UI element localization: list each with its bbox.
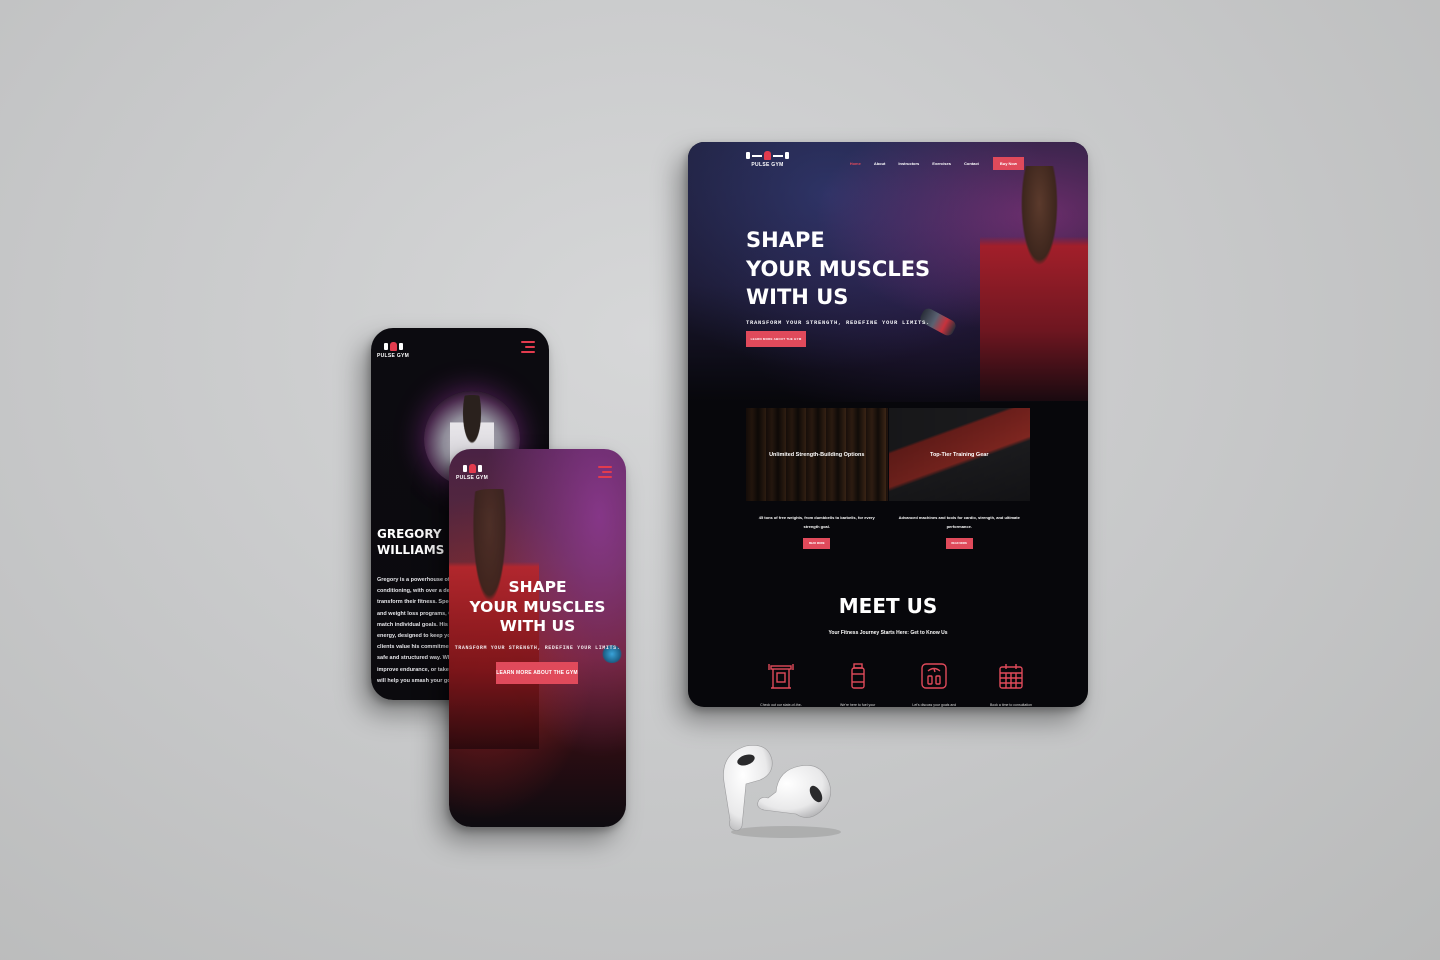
hero-title-line: SHAPE — [508, 578, 567, 596]
nav-item-exercises[interactable]: Exercises — [932, 161, 951, 166]
main-nav: Home About Instructors Exercises Contact… — [837, 157, 1024, 170]
dumbbell-logo-icon — [462, 464, 482, 473]
card-training-gear: Top-Tier Training Gear Advanced machines… — [888, 408, 1031, 549]
nav-item-home[interactable]: Home — [850, 161, 861, 166]
dumbbell-logo-icon — [383, 342, 403, 351]
feature-caption: Check out our state-of-the- — [760, 703, 802, 707]
calendar-icon — [999, 664, 1023, 689]
brand-name: PULSE GYM — [751, 162, 784, 168]
brand-logo[interactable]: PULSE GYM — [456, 464, 488, 481]
read-more-button[interactable]: READ MORE — [945, 538, 973, 549]
meet-us-subtitle: Your Fitness Journey Starts Here: Get to… — [828, 630, 948, 636]
hero-subtitle: TRANSFORM YOUR STRENGTH, REDEFINE YOUR L… — [746, 319, 931, 326]
learn-more-button[interactable]: LEARN MORE ABOUT THE GYM — [496, 662, 578, 684]
card-desc-line: strength goal. — [803, 524, 830, 529]
card-label: Top-Tier Training Gear — [930, 451, 989, 458]
left-earbud — [723, 745, 773, 831]
brand-name: PULSE GYM — [456, 475, 489, 481]
meet-us-title: MEET US — [838, 594, 938, 618]
hero-title-line: YOUR MUSCLES — [746, 256, 931, 281]
card-description: Advanced machines and tools for cardio, … — [889, 513, 1031, 531]
hamburger-menu-icon[interactable] — [521, 341, 535, 353]
phone-hero-mockup: PULSE GYM SHAPE YOUR MUSCLES WITH US TRA… — [449, 449, 626, 827]
feature-cards: Unlimited Strength-Building Options 45 t… — [746, 408, 1030, 549]
card-desc-line: Advanced machines and tools for cardio, … — [898, 515, 1020, 520]
dumbbell-logo-icon — [746, 151, 789, 160]
hero-title: SHAPE YOUR MUSCLES WITH US — [449, 578, 626, 637]
hero-title: SHAPE YOUR MUSCLES WITH US — [746, 226, 930, 312]
card-desc-line: performance. — [946, 524, 972, 529]
hero-title-line: WITH US — [499, 617, 576, 635]
card-description: 45 tons of free weights, from dumbbells … — [746, 513, 888, 531]
hamburger-menu-icon[interactable] — [598, 466, 612, 478]
card-label: Unlimited Strength-Building Options — [769, 451, 865, 458]
hero-title-line: SHAPE — [746, 228, 825, 252]
feature-supplement[interactable]: We're here to fuel your — [823, 662, 893, 707]
brand-name: PULSE GYM — [377, 353, 410, 359]
feature-caption: Book a time to consultation — [989, 703, 1032, 707]
feature-body-scale[interactable]: Let's discuss your goals and — [899, 662, 969, 707]
hero-title-line: WITH US — [746, 285, 849, 309]
tablet-mockup: PULSE GYM Home About Instructors Exercis… — [688, 142, 1088, 707]
nav-item-instructors[interactable]: Instructors — [898, 161, 919, 166]
card-image: Unlimited Strength-Building Options — [746, 408, 888, 501]
nav-item-contact[interactable]: Contact — [964, 161, 979, 166]
feature-calendar[interactable]: Book a time to consultation — [976, 662, 1046, 707]
card-desc-line: 45 tons of free weights, from dumbbells … — [758, 515, 875, 520]
hero-subtitle: TRANSFORM YOUR STRENGTH, REDEFINE YOUR L… — [454, 645, 621, 651]
learn-more-button[interactable]: LEARN MORE ABOUT THE GYM — [746, 331, 806, 347]
feature-gym-station[interactable]: Check out our state-of-the- — [746, 662, 816, 707]
read-more-button[interactable]: READ MORE — [803, 538, 831, 549]
brand-logo[interactable]: PULSE GYM — [377, 342, 409, 359]
feature-caption: Let's discuss your goals and — [912, 703, 957, 707]
gym-station-icon — [768, 664, 794, 689]
hero-athlete-photo — [980, 166, 1088, 401]
earbuds-image — [723, 745, 841, 838]
hero-title-line: YOUR MUSCLES — [469, 597, 606, 616]
body-scale-icon — [921, 663, 948, 689]
feature-caption: We're here to fuel your — [840, 703, 876, 707]
card-strength-options: Unlimited Strength-Building Options 45 t… — [746, 408, 888, 549]
brand-logo[interactable]: PULSE GYM — [746, 151, 789, 168]
buy-now-button[interactable]: Buy Now — [992, 157, 1024, 170]
card-image: Top-Tier Training Gear — [888, 408, 1030, 501]
nav-item-about[interactable]: About — [874, 161, 886, 166]
meet-us-features: Check out our state-of-the- We're here t… — [746, 662, 1046, 707]
supplement-bottle-icon — [850, 663, 865, 689]
instructor-name: GREGORY WILLIAMS — [377, 527, 445, 557]
